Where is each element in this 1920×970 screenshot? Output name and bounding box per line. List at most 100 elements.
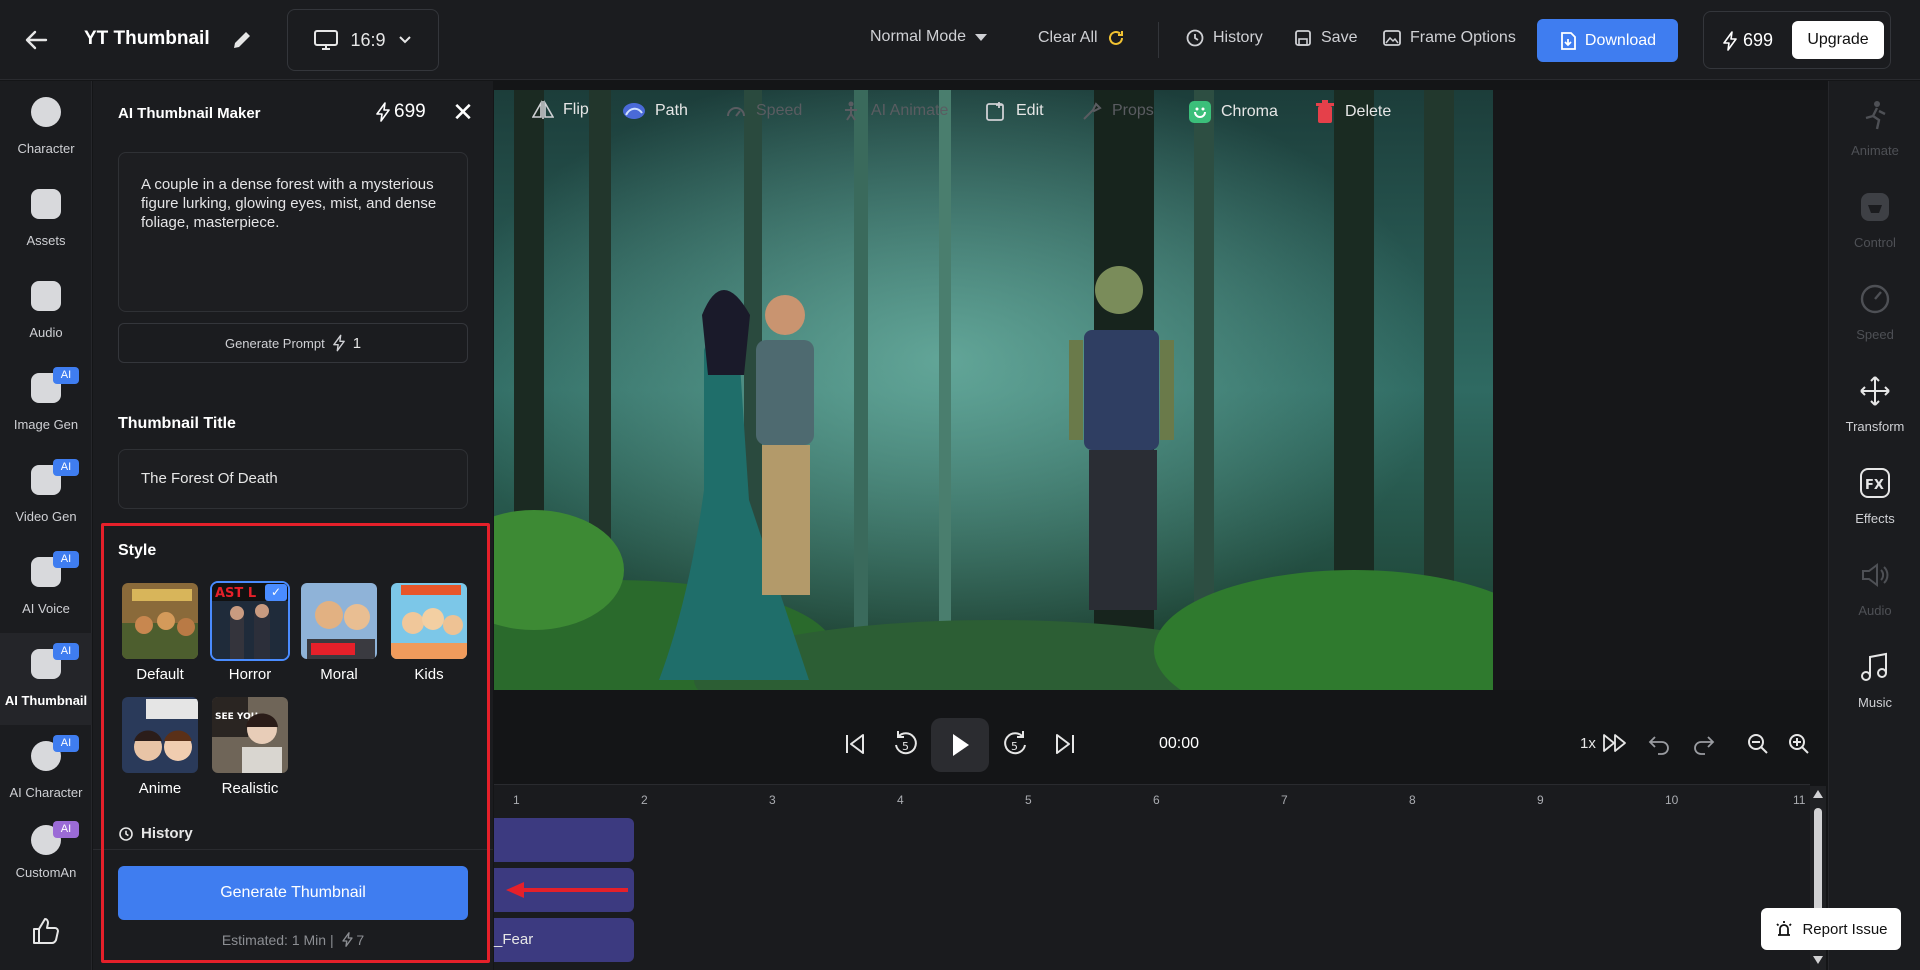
animate-icon	[1865, 101, 1886, 130]
report-issue-button[interactable]: Report Issue	[1761, 908, 1901, 950]
tool-path[interactable]: Path	[622, 100, 688, 122]
style-option-anime[interactable]: Anime	[120, 695, 200, 800]
style-option-horror[interactable]: AST L ✓ Horror	[210, 581, 290, 686]
save-icon	[1295, 30, 1311, 46]
pencil-icon[interactable]	[230, 28, 254, 52]
rightnav-item-speed[interactable]: Speed	[1829, 265, 1920, 357]
playback-speed[interactable]: 1x	[1580, 735, 1596, 752]
top-bar: YT Thumbnail 16:9 Normal Mode Clear All …	[0, 0, 1920, 80]
tool-label: Delete	[1345, 103, 1392, 120]
rightnav-label: Control	[1854, 235, 1896, 250]
ruler-tick: 1	[513, 793, 520, 807]
download-button[interactable]: Download	[1537, 19, 1678, 62]
sidebar-item-label: AI Thumbnail	[4, 693, 88, 708]
tool-speed[interactable]: Speed	[725, 100, 802, 122]
rightnav-item-music[interactable]: Music	[1829, 633, 1920, 725]
history-link[interactable]: History	[118, 825, 193, 842]
rightnav-label: Animate	[1851, 143, 1899, 158]
rightnav-item-animate[interactable]: Animate	[1829, 81, 1920, 173]
rewind-5-icon[interactable]: 5	[892, 729, 920, 764]
rightnav-item-control[interactable]: Control	[1829, 173, 1920, 265]
caret-down-icon	[975, 34, 988, 41]
style-option-default[interactable]: Default	[120, 581, 200, 686]
ruler-tick: 6	[1153, 793, 1160, 807]
mode-dropdown[interactable]: Normal Mode	[870, 28, 988, 46]
speaker-icon	[1862, 563, 1889, 587]
redo-icon[interactable]	[1692, 733, 1716, 760]
music-note-icon	[31, 281, 61, 311]
history-button[interactable]: History	[1185, 28, 1263, 48]
style-option-kids[interactable]: Kids	[389, 581, 469, 686]
undo-icon[interactable]	[1647, 733, 1671, 760]
timeline-track[interactable]: _Fear	[494, 918, 634, 962]
tool-props[interactable]: Props	[1081, 100, 1154, 122]
close-icon[interactable]: ✕	[448, 97, 478, 127]
clear-all-label: Clear All	[1038, 29, 1098, 46]
skip-start-icon[interactable]	[842, 731, 868, 762]
sidebar-item-customan[interactable]: AI CustomAn	[0, 817, 92, 897]
timeline[interactable]: 1 2 3 4 5 6 7 8 9 10 11 _Fear	[494, 784, 1810, 970]
panel-credits: 699	[376, 101, 426, 123]
clear-all-button[interactable]: Clear All	[1038, 28, 1126, 48]
sidebar-item-ai-voice[interactable]: AI AI Voice	[0, 541, 92, 633]
save-button[interactable]: Save	[1293, 28, 1357, 48]
sidebar-item-video-gen[interactable]: AI Video Gen	[0, 449, 92, 541]
sidebar-item-character[interactable]: Character	[0, 81, 92, 173]
rightnav-item-transform[interactable]: Transform	[1829, 357, 1920, 449]
style-name: Horror	[228, 666, 272, 683]
ai-badge: AI	[53, 643, 79, 660]
rightnav-item-audio[interactable]: Audio	[1829, 541, 1920, 633]
monitor-icon	[314, 30, 339, 50]
timeline-track[interactable]	[494, 868, 634, 912]
project-title: YT Thumbnail	[84, 28, 210, 49]
speed-icon	[727, 107, 745, 117]
ai-badge: AI	[53, 459, 79, 476]
play-button[interactable]	[931, 718, 989, 772]
svg-text:AST L: AST L	[215, 586, 256, 601]
skip-end-icon[interactable]	[1052, 731, 1078, 762]
sidebar-item-ai-character[interactable]: AI AI Character	[0, 725, 92, 817]
scroll-up-icon[interactable]	[1813, 790, 1823, 798]
frame-options-button[interactable]: Frame Options	[1382, 28, 1516, 48]
aspect-ratio-value: 16:9	[350, 29, 386, 50]
generate-thumbnail-button[interactable]: Generate Thumbnail	[118, 866, 468, 920]
style-option-realistic[interactable]: SEE YOU Realistic	[210, 695, 290, 800]
forest-scene-image	[494, 90, 1493, 690]
tool-delete[interactable]: Delete	[1314, 100, 1391, 124]
sidebar-item-image-gen[interactable]: AI Image Gen	[0, 357, 92, 449]
thumbs-up-icon[interactable]	[30, 915, 62, 947]
generate-prompt-button[interactable]: Generate Prompt 1	[118, 323, 468, 363]
playback-bar: 5 5 00:00 1x	[494, 705, 1828, 785]
tool-chroma[interactable]: Chroma	[1188, 100, 1278, 124]
sidebar-item-assets[interactable]: Assets	[0, 173, 92, 265]
sidebar-item-audio[interactable]: Audio	[0, 265, 92, 357]
preview-canvas[interactable]	[494, 90, 1493, 690]
zoom-in-icon[interactable]	[1787, 732, 1811, 761]
style-thumbnail	[299, 581, 379, 661]
history-icon	[119, 826, 133, 841]
history-label: History	[141, 825, 193, 842]
ruler-tick: 9	[1537, 793, 1544, 807]
zoom-out-icon[interactable]	[1746, 732, 1770, 761]
thumbnail-title-input[interactable]: The Forest Of Death	[118, 449, 468, 509]
fast-forward-icon[interactable]	[1602, 733, 1628, 758]
bolt-icon	[1723, 30, 1737, 51]
scroll-down-icon[interactable]	[1813, 956, 1823, 964]
aspect-ratio-dropdown[interactable]: 16:9	[287, 9, 439, 71]
timeline-track[interactable]	[494, 818, 634, 862]
forward-5-icon[interactable]: 5	[1001, 729, 1029, 764]
tool-flip[interactable]: Flip	[532, 100, 589, 120]
upgrade-button[interactable]: Upgrade	[1792, 21, 1884, 59]
rightnav-item-effects[interactable]: FX Effects	[1829, 449, 1920, 541]
sidebar-item-ai-thumbnail[interactable]: AI AI Thumbnail	[0, 633, 92, 725]
tool-edit[interactable]: Edit	[985, 100, 1044, 122]
style-option-moral[interactable]: Moral	[299, 581, 379, 686]
bolt-icon	[376, 102, 390, 122]
ai-animate-icon	[845, 101, 857, 121]
sidebar-item-label: Audio	[29, 325, 63, 340]
back-arrow-icon[interactable]	[22, 26, 50, 54]
tool-ai-animate[interactable]: AI Animate	[840, 100, 948, 122]
tool-label: Edit	[1016, 102, 1044, 119]
tool-label: Flip	[563, 101, 589, 118]
prompt-textarea[interactable]: A couple in a dense forest with a myster…	[118, 152, 468, 312]
